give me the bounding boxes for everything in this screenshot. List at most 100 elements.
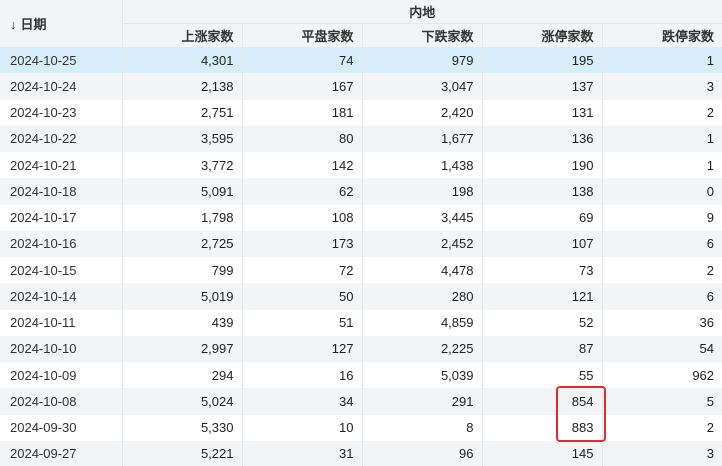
- cell-limit-down: 6: [602, 230, 722, 257]
- cell-flat: 72: [242, 257, 363, 284]
- cell-limit-down: 5: [602, 388, 722, 415]
- cell-down: 198: [362, 178, 483, 205]
- date-cell: 2024-09-30: [0, 414, 123, 441]
- cell-down: 979: [362, 47, 483, 74]
- table-row[interactable]: 2024-10-09 294 16 5,039 55 962: [0, 362, 722, 389]
- cell-flat: 51: [242, 309, 363, 336]
- table-row[interactable]: 2024-10-23 2,751 181 2,420 131 2: [0, 99, 722, 126]
- cell-limit-down: 3: [602, 73, 722, 100]
- cell-down: 8: [362, 414, 483, 441]
- cell-flat: 50: [242, 283, 363, 310]
- sort-descending-icon[interactable]: ↓: [10, 17, 17, 32]
- table-row[interactable]: 2024-10-11 439 51 4,859 52 36: [0, 309, 722, 336]
- cell-up: 2,725: [122, 230, 243, 257]
- date-cell: 2024-10-18: [0, 178, 123, 205]
- table-row[interactable]: 2024-10-14 5,019 50 280 121 6: [0, 283, 722, 310]
- cell-up: 3,595: [122, 125, 243, 152]
- cell-up: 5,024: [122, 388, 243, 415]
- cell-flat: 16: [242, 362, 363, 389]
- column-header-up[interactable]: 上涨家数: [122, 23, 243, 48]
- cell-limit-down: 54: [602, 335, 722, 362]
- cell-limit-up: 195: [482, 47, 603, 74]
- column-header-flat[interactable]: 平盘家数: [242, 23, 363, 48]
- cell-up: 1,798: [122, 204, 243, 231]
- date-cell: 2024-10-25: [0, 47, 123, 74]
- column-header-limit-down[interactable]: 跌停家数: [602, 23, 722, 48]
- cell-down: 1,677: [362, 125, 483, 152]
- cell-limit-up: 52: [482, 309, 603, 336]
- cell-limit-up: 138: [482, 178, 603, 205]
- cell-limit-up: 137: [482, 73, 603, 100]
- cell-up: 3,772: [122, 152, 243, 179]
- cell-down: 280: [362, 283, 483, 310]
- cell-down: 291: [362, 388, 483, 415]
- table-header: ↓ 日期 内地 上涨家数 平盘家数 下跌家数 涨停家数 跌停家数: [0, 0, 722, 48]
- table-row[interactable]: 2024-10-16 2,725 173 2,452 107 6: [0, 230, 722, 257]
- cell-limit-up: 107: [482, 230, 603, 257]
- cell-up: 5,221: [122, 440, 243, 466]
- cell-limit-up: 121: [482, 283, 603, 310]
- cell-flat: 173: [242, 230, 363, 257]
- cell-down: 3,445: [362, 204, 483, 231]
- column-header-limit-up[interactable]: 涨停家数: [482, 23, 603, 48]
- table-row[interactable]: 2024-10-18 5,091 62 198 138 0: [0, 178, 722, 205]
- cell-limit-up: 69: [482, 204, 603, 231]
- table-row[interactable]: 2024-10-10 2,997 127 2,225 87 54: [0, 335, 722, 362]
- cell-flat: 31: [242, 440, 363, 466]
- table-row[interactable]: 2024-10-15 799 72 4,478 73 2: [0, 257, 722, 284]
- cell-up: 4,301: [122, 47, 243, 74]
- cell-flat: 108: [242, 204, 363, 231]
- cell-flat: 167: [242, 73, 363, 100]
- cell-limit-up: 131: [482, 99, 603, 126]
- table-row[interactable]: 2024-09-27 5,221 31 96 145 3: [0, 440, 722, 466]
- cell-down: 4,859: [362, 309, 483, 336]
- cell-flat: 34: [242, 388, 363, 415]
- date-cell: 2024-10-21: [0, 152, 123, 179]
- cell-limit-down: 36: [602, 309, 722, 336]
- group-header-mainland: 内地: [122, 0, 722, 24]
- cell-limit-up: 854: [482, 388, 603, 415]
- date-column-label: 日期: [20, 16, 47, 32]
- cell-limit-up: 136: [482, 125, 603, 152]
- date-cell: 2024-10-23: [0, 99, 123, 126]
- cell-up: 294: [122, 362, 243, 389]
- cell-up: 439: [122, 309, 243, 336]
- date-cell: 2024-10-22: [0, 125, 123, 152]
- column-header-down[interactable]: 下跌家数: [362, 23, 483, 48]
- date-cell: 2024-10-17: [0, 204, 123, 231]
- cell-limit-up: 55: [482, 362, 603, 389]
- table-row[interactable]: 2024-09-30 5,330 10 8 883 2: [0, 414, 722, 441]
- cell-down: 2,420: [362, 99, 483, 126]
- cell-limit-down: 2: [602, 414, 722, 441]
- cell-limit-down: 1: [602, 125, 722, 152]
- cell-limit-up: 190: [482, 152, 603, 179]
- cell-down: 2,225: [362, 335, 483, 362]
- cell-limit-down: 2: [602, 99, 722, 126]
- date-cell: 2024-09-27: [0, 440, 123, 466]
- cell-limit-down: 3: [602, 440, 722, 466]
- cell-up: 2,997: [122, 335, 243, 362]
- cell-flat: 74: [242, 47, 363, 74]
- table-row[interactable]: 2024-10-25 4,301 74 979 195 1: [0, 47, 722, 74]
- cell-flat: 142: [242, 152, 363, 179]
- cell-flat: 80: [242, 125, 363, 152]
- cell-down: 4,478: [362, 257, 483, 284]
- table-row[interactable]: 2024-10-24 2,138 167 3,047 137 3: [0, 73, 722, 100]
- cell-limit-up: 87: [482, 335, 603, 362]
- cell-flat: 62: [242, 178, 363, 205]
- date-cell: 2024-10-14: [0, 283, 123, 310]
- cell-down: 96: [362, 440, 483, 466]
- cell-up: 799: [122, 257, 243, 284]
- market-breadth-table: ↓ 日期 内地 上涨家数 平盘家数 下跌家数 涨停家数 跌停家数 2024-10-…: [0, 0, 722, 466]
- date-column-header[interactable]: ↓ 日期: [0, 0, 123, 48]
- table-row[interactable]: 2024-10-08 5,024 34 291 854 5: [0, 388, 722, 415]
- cell-up: 2,138: [122, 73, 243, 100]
- date-cell: 2024-10-24: [0, 73, 123, 100]
- cell-up: 5,019: [122, 283, 243, 310]
- table-row[interactable]: 2024-10-17 1,798 108 3,445 69 9: [0, 204, 722, 231]
- cell-limit-up: 883: [482, 414, 603, 441]
- cell-down: 3,047: [362, 73, 483, 100]
- table-row[interactable]: 2024-10-22 3,595 80 1,677 136 1: [0, 125, 722, 152]
- table-row[interactable]: 2024-10-21 3,772 142 1,438 190 1: [0, 152, 722, 179]
- table-body: 2024-10-25 4,301 74 979 195 1 2024-10-24 2,138 1…: [0, 47, 722, 466]
